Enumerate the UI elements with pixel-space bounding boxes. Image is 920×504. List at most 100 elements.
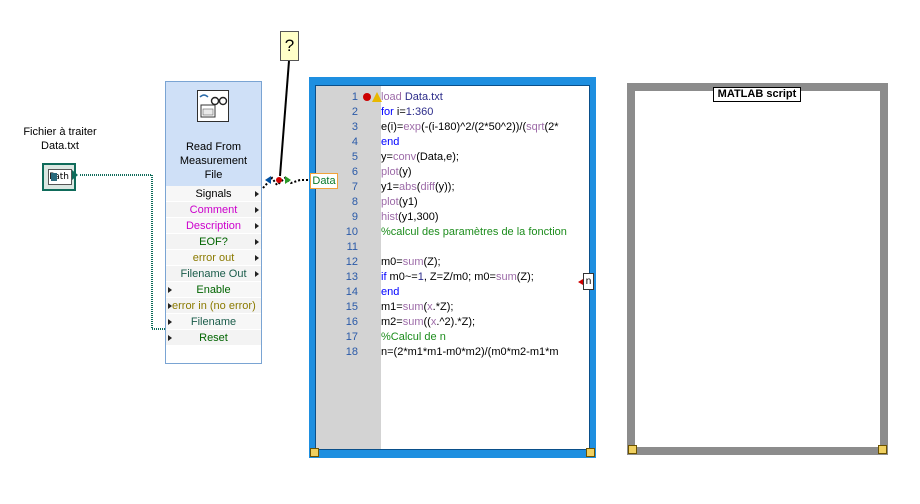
code-text: hist(y1,300): [381, 211, 439, 223]
line-number: 12: [345, 256, 358, 268]
vi-title-line2: Measurement: [179, 155, 248, 167]
line-number: 8: [351, 196, 358, 208]
input-arrow-icon: [168, 319, 172, 325]
terminal-label: Filename Out: [180, 268, 247, 280]
code-line[interactable]: 12 m0=sum(Z);: [316, 255, 589, 270]
output-arrow-icon: [255, 255, 259, 261]
code-text: e(i)=exp(-(i-180)^2/(2*50^2))/(sqrt(2*: [381, 121, 559, 133]
code-text: y=conv(Data,e);: [381, 151, 459, 163]
line-number: 17: [345, 331, 358, 343]
output-arrow-icon: [255, 271, 259, 277]
code-line[interactable]: 14 end: [316, 285, 589, 300]
path-label-line2: Data.txt: [41, 140, 79, 152]
code-line[interactable]: 4 end: [316, 135, 589, 150]
output-arrow-icon: [255, 239, 259, 245]
path-terminal-face: Path: [48, 169, 72, 185]
code-line[interactable]: 3 e(i)=exp(-(i-180)^2/(2*50^2))/(sqrt(2*: [316, 120, 589, 135]
terminal-label: EOF?: [199, 236, 228, 248]
vi-title-line3: File: [204, 169, 223, 181]
terminal-label: error in (no error): [172, 300, 256, 312]
code-line[interactable]: 13 if m0~=1, Z=Z/m0; m0=sum(Z);: [316, 270, 589, 285]
path-label-line1: Fichier à traiter: [23, 126, 97, 138]
input-arrow-icon: [168, 335, 172, 341]
code-line[interactable]: 2 for i=1:360: [316, 105, 589, 120]
code-line[interactable]: 1 load Data.txt: [316, 90, 589, 105]
line-number: 11: [346, 241, 358, 253]
code-line[interactable]: 8 plot(y1): [316, 195, 589, 210]
code-text: if m0~=1, Z=Z/m0; m0=sum(Z);: [381, 271, 534, 283]
terminal-label: Comment: [189, 204, 238, 216]
line-number: 15: [345, 301, 358, 313]
code-text: m0=sum(Z);: [381, 256, 441, 268]
path-wire[interactable]: [80, 174, 167, 330]
matlab-script-editor[interactable]: [635, 91, 880, 447]
terminal-description[interactable]: Description: [166, 218, 261, 234]
code-line[interactable]: 5 y=conv(Data,e);: [316, 150, 589, 165]
line-number: 4: [351, 136, 358, 148]
mathscript-input-data[interactable]: Data: [310, 173, 338, 189]
terminal-eof[interactable]: EOF?: [166, 234, 261, 250]
terminal-reset[interactable]: Reset: [166, 330, 261, 346]
code-text: plot(y1): [381, 196, 418, 208]
input-arrow-icon: [168, 287, 172, 293]
terminal-error-out[interactable]: error out: [166, 250, 261, 266]
code-text: end: [381, 136, 400, 148]
line-number: 2: [351, 106, 358, 118]
code-line[interactable]: 15 m1=sum(x.*Z);: [316, 300, 589, 315]
resize-corner-icon[interactable]: [628, 445, 637, 454]
line-number: 9: [351, 211, 358, 223]
code-text: m2=sum((x.^2).*Z);: [381, 316, 476, 328]
code-text: plot(y): [381, 166, 412, 178]
resize-corner-icon[interactable]: [878, 445, 887, 454]
line-number: 10: [345, 226, 358, 238]
terminal-error-in[interactable]: error in (no error): [166, 298, 261, 314]
input-arrow-icon: [168, 303, 172, 309]
code-text: n=(2*m1*m1-m0*m2)/(m0*m2-m1*m: [381, 346, 559, 358]
code-text: y1=abs(diff(y));: [381, 181, 455, 193]
path-control-terminal[interactable]: Path: [42, 163, 76, 191]
code-line[interactable]: 7 y1=abs(diff(y));: [316, 180, 589, 195]
breakpoint-icon[interactable]: [363, 93, 371, 101]
vi-terminal-list: Signals Comment Description EOF? error o…: [166, 186, 261, 346]
vi-title-line1: Read From: [185, 141, 242, 153]
resize-corner-icon[interactable]: [310, 448, 319, 457]
terminal-signals[interactable]: Signals: [166, 186, 261, 202]
terminal-filename-out[interactable]: Filename Out: [166, 266, 261, 282]
code-line[interactable]: 10 %calcul des paramètres de la fonction: [316, 225, 589, 240]
path-control-label: Fichier à traiter Data.txt: [14, 125, 106, 153]
code-line[interactable]: 9 hist(y1,300): [316, 210, 589, 225]
code-line[interactable]: 11: [316, 240, 589, 255]
read-measurement-file-vi[interactable]: Read From Measurement File Signals Comme…: [165, 81, 262, 364]
terminal-label: Description: [185, 220, 242, 232]
vi-header[interactable]: Read From Measurement File: [166, 82, 261, 187]
resize-corner-icon[interactable]: [586, 448, 595, 457]
mathscript-output-n[interactable]: n: [583, 273, 594, 290]
line-number: 3: [351, 121, 358, 133]
code-line[interactable]: 17 %Calcul de n: [316, 330, 589, 345]
mathscript-editor[interactable]: 1 load Data.txt 2 for i=1:360 3 e(i)=exp(-(i…: [315, 85, 590, 450]
matlab-script-label: MATLAB script: [713, 87, 801, 102]
code-line[interactable]: 18 n=(2*m1*m1-m0*m2)/(m0*m2-m1*m: [316, 345, 589, 360]
broken-wire-x: [276, 177, 282, 183]
code-text: for i=1:360: [381, 106, 434, 118]
terminal-enable[interactable]: Enable: [166, 282, 261, 298]
output-arrow-icon: [255, 223, 259, 229]
code-text: %calcul des paramètres de la fonction: [381, 226, 567, 238]
line-number: 1: [351, 91, 358, 103]
line-number: 5: [351, 151, 358, 163]
code-text: m1=sum(x.*Z);: [381, 301, 454, 313]
code-line[interactable]: 16 m2=sum((x.^2).*Z);: [316, 315, 589, 330]
terminal-filename[interactable]: Filename: [166, 314, 261, 330]
wire-arrow-left: [265, 176, 271, 184]
probe-tooltip[interactable]: ?: [280, 31, 299, 61]
matlab-script-node[interactable]: [627, 83, 888, 455]
terminal-label: error out: [192, 252, 235, 264]
terminal-label: Signals: [195, 188, 232, 200]
output-arrow-icon: [255, 191, 259, 197]
terminal-comment[interactable]: Comment: [166, 202, 261, 218]
path-terminal-arrow-icon: [72, 170, 78, 180]
code-text: end: [381, 286, 400, 298]
line-number: 16: [345, 316, 358, 328]
code-line[interactable]: 6 plot(y): [316, 165, 589, 180]
mathscript-node[interactable]: 1 load Data.txt 2 for i=1:360 3 e(i)=exp(-(i…: [309, 77, 596, 458]
